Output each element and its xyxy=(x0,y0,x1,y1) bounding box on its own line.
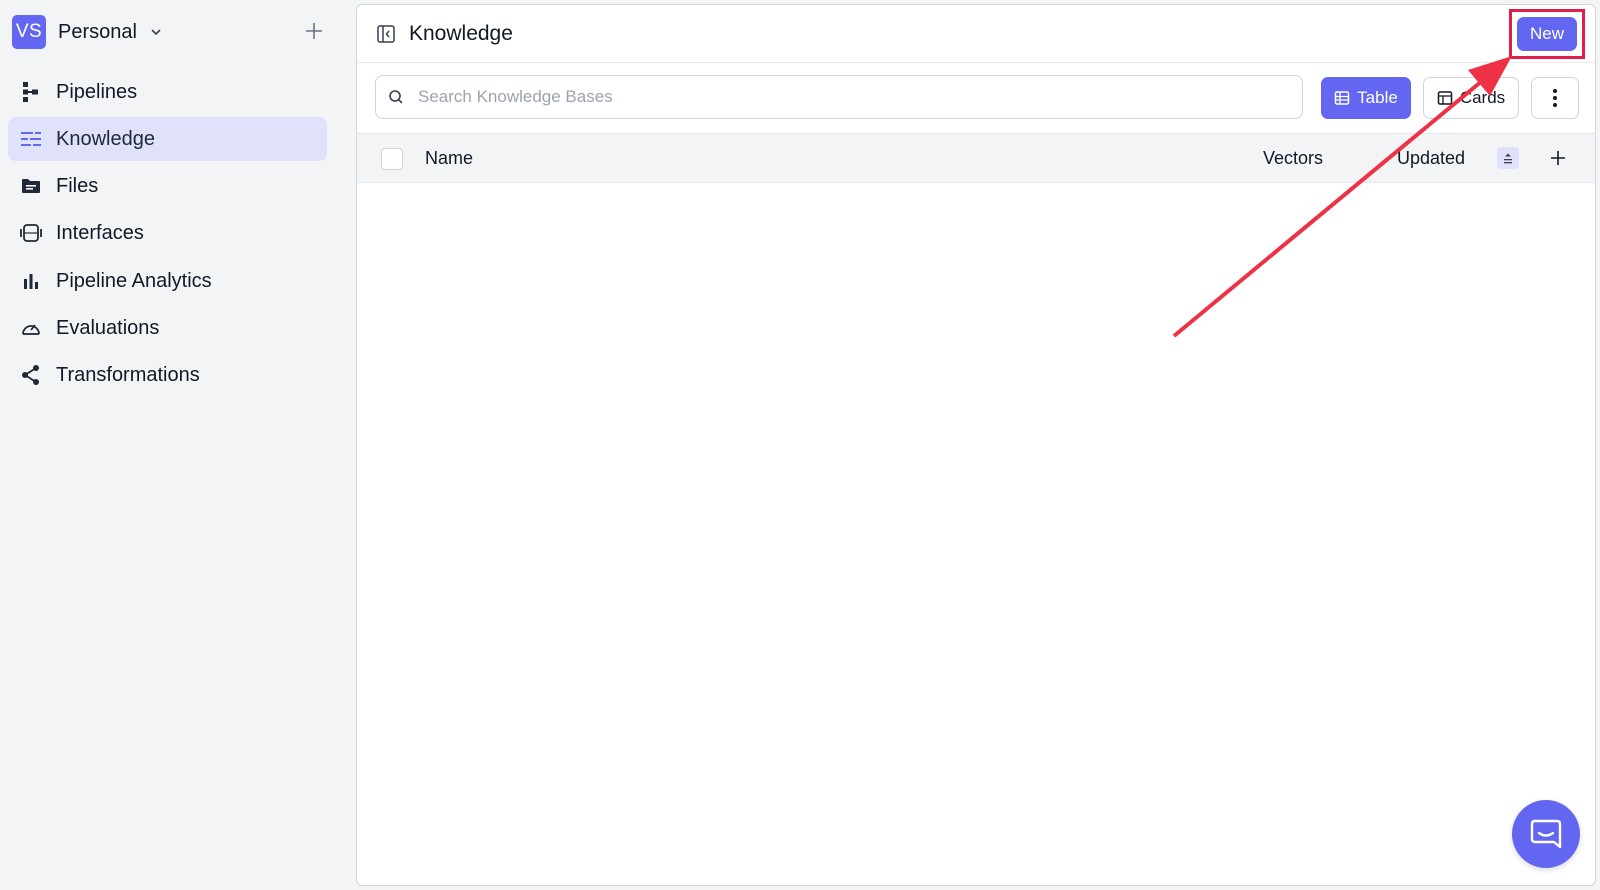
share-icon xyxy=(20,364,42,386)
folder-icon xyxy=(20,175,42,197)
more-options-button[interactable] xyxy=(1531,77,1579,119)
sidebar-item-knowledge[interactable]: Knowledge xyxy=(8,117,327,161)
sidebar-item-transformations[interactable]: Transformations xyxy=(8,353,327,397)
sidebar-item-pipeline-analytics[interactable]: Pipeline Analytics xyxy=(8,259,327,303)
gauge-icon xyxy=(20,317,42,339)
sidebar-item-label: Pipelines xyxy=(56,80,138,103)
table-header: Name Vectors Updated xyxy=(357,133,1595,183)
sidebar: VS Personal Pipelines Knowledge Files In… xyxy=(0,0,340,890)
new-button[interactable]: New xyxy=(1517,17,1577,51)
table-icon xyxy=(1334,90,1350,106)
sidebar-item-label: Pipeline Analytics xyxy=(56,269,212,292)
sidebar-item-label: Transformations xyxy=(56,363,200,386)
sidebar-item-files[interactable]: Files xyxy=(8,164,327,208)
workspace-avatar: VS xyxy=(12,15,46,49)
add-workspace-button[interactable] xyxy=(302,19,326,43)
cards-view-label: Cards xyxy=(1459,88,1506,107)
cards-icon xyxy=(1437,90,1453,106)
sidebar-item-pipelines[interactable]: Pipelines xyxy=(8,70,327,114)
more-vertical-icon xyxy=(1553,89,1557,107)
interfaces-icon xyxy=(20,222,42,244)
bar-chart-icon xyxy=(20,270,42,292)
cards-view-button[interactable]: Cards xyxy=(1423,77,1519,119)
select-all-checkbox[interactable] xyxy=(381,148,403,170)
chat-icon xyxy=(1530,819,1562,849)
sort-icon[interactable] xyxy=(1497,147,1519,169)
workspace-switcher[interactable]: VS Personal xyxy=(12,14,332,50)
sidebar-toggle-icon[interactable] xyxy=(375,23,397,45)
sidebar-item-interfaces[interactable]: Interfaces xyxy=(8,211,327,255)
search-box[interactable] xyxy=(375,75,1303,119)
table-view-label: Table xyxy=(1357,88,1398,107)
pipeline-icon xyxy=(20,81,42,103)
add-column-button[interactable] xyxy=(1547,147,1569,169)
sidebar-item-label: Interfaces xyxy=(56,221,144,244)
page-title: Knowledge xyxy=(409,21,513,45)
chat-launcher-button[interactable] xyxy=(1512,800,1580,868)
search-input[interactable] xyxy=(418,87,1278,107)
sidebar-item-label: Knowledge xyxy=(56,127,155,150)
knowledge-icon xyxy=(20,128,42,150)
table-view-button[interactable]: Table xyxy=(1321,77,1411,119)
column-header-vectors[interactable]: Vectors xyxy=(1263,148,1323,169)
toolbar: Table Cards xyxy=(375,75,1579,121)
plus-icon xyxy=(1551,151,1565,165)
page-header: Knowledge New xyxy=(357,5,1595,63)
sidebar-item-label: Evaluations xyxy=(56,316,160,339)
workspace-name: Personal xyxy=(58,20,137,43)
sidebar-nav: Pipelines Knowledge Files Interfaces Pip… xyxy=(8,70,327,400)
sidebar-item-label: Files xyxy=(56,174,99,197)
sidebar-item-evaluations[interactable]: Evaluations xyxy=(8,306,327,350)
annotation-highlight-box: New xyxy=(1509,9,1585,59)
chevron-down-icon[interactable] xyxy=(149,25,163,39)
column-header-name[interactable]: Name xyxy=(425,148,473,169)
main-panel: Knowledge New Table Cards xyxy=(356,4,1596,886)
search-icon xyxy=(388,88,406,106)
column-header-updated[interactable]: Updated xyxy=(1397,148,1465,169)
